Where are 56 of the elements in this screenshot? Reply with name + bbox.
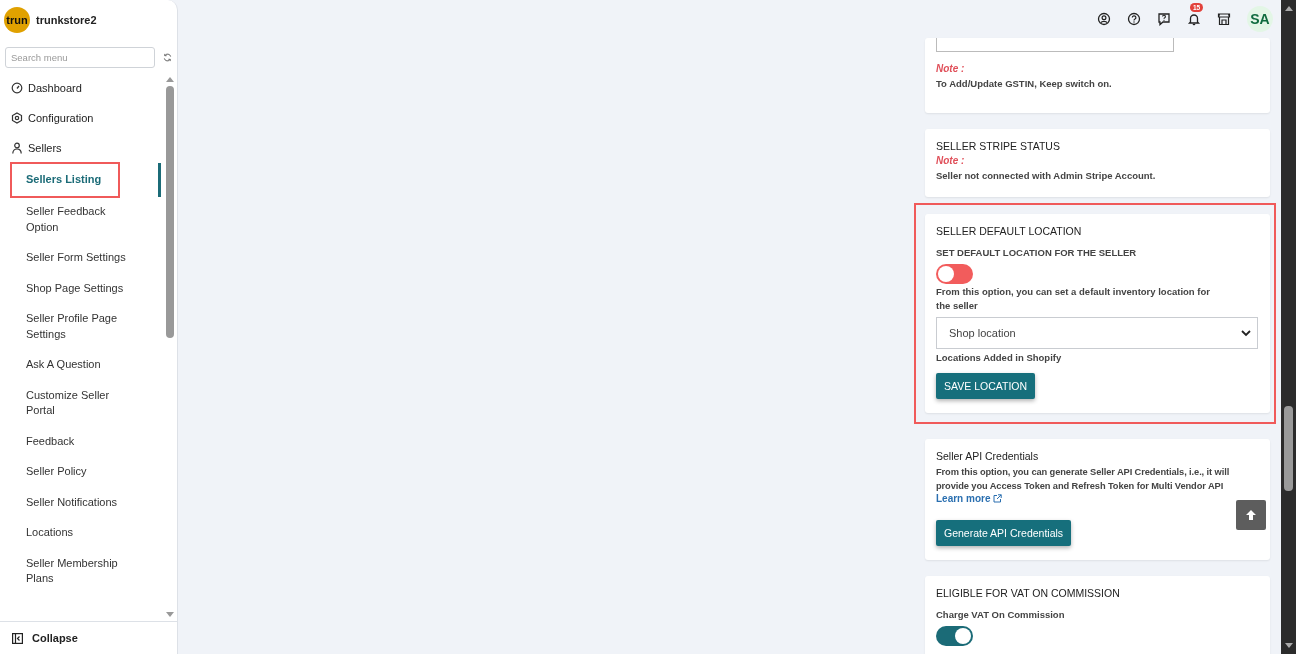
store-logo: trun bbox=[4, 7, 30, 33]
submenu-item[interactable]: Seller Notifications bbox=[11, 487, 143, 518]
chevron-down-icon bbox=[1241, 329, 1251, 337]
toggle-switch[interactable] bbox=[936, 626, 973, 646]
card-title: SELLER STRIPE STATUS bbox=[936, 139, 1060, 153]
store-name: trunkstore2 bbox=[36, 14, 97, 26]
collapse-button[interactable]: Collapse bbox=[0, 621, 177, 654]
action-button[interactable]: SAVE LOCATION bbox=[936, 373, 1036, 399]
submenu-item[interactable]: Ask A Question bbox=[11, 349, 143, 380]
toggle-switch[interactable] bbox=[936, 264, 973, 284]
action-button[interactable]: Generate API Credentials bbox=[936, 520, 1072, 546]
submenu-item[interactable]: Seller Membership Plans bbox=[11, 548, 143, 594]
submenu-item[interactable]: Seller Form Settings bbox=[11, 242, 143, 273]
description-text: Seller not connected with Admin Stripe Account. bbox=[936, 169, 1156, 183]
setting-label: Charge VAT On Commission bbox=[936, 609, 1065, 620]
menu-item[interactable]: Configuration bbox=[0, 103, 159, 133]
card-title: ELIGIBLE FOR VAT ON COMMISSION bbox=[936, 586, 1120, 600]
description-text: From this option, you can set a default inventory location for the seller bbox=[936, 285, 1211, 313]
person-icon bbox=[11, 142, 23, 154]
description-text: From this option, you can generate Seller API Credentials, i.e., it will provide you Access Token and Refresh Token for Multi Vendor API bbox=[936, 466, 1231, 493]
card-title: SELLER DEFAULT LOCATION bbox=[936, 224, 1082, 238]
submenu-item[interactable]: Seller Policy bbox=[11, 456, 143, 487]
sidebar-collapse-icon bbox=[12, 632, 23, 644]
help-icon[interactable] bbox=[1127, 12, 1141, 26]
note-label: Note : bbox=[936, 155, 965, 166]
submenu-item[interactable]: Customize Seller Portal bbox=[11, 380, 143, 426]
text-field[interactable] bbox=[936, 38, 1174, 52]
external-link-icon bbox=[993, 494, 1003, 503]
note-label: Note : bbox=[936, 63, 965, 74]
submenu-item[interactable]: Seller Feedback Option bbox=[11, 196, 143, 243]
learn-more-link[interactable]: Learn more bbox=[936, 493, 1003, 504]
setting-label: SET DEFAULT LOCATION FOR THE SELLER bbox=[936, 247, 1137, 258]
chat-question-icon[interactable] bbox=[1157, 12, 1171, 26]
submenu-item[interactable]: Seller Profile Page Settings bbox=[11, 303, 143, 350]
hexagon-gear-icon bbox=[11, 112, 23, 124]
refresh-icon[interactable] bbox=[163, 53, 172, 62]
page-scrollbar[interactable] bbox=[1281, 0, 1296, 654]
location-dropdown[interactable]: Shop location bbox=[936, 317, 1258, 349]
store-icon[interactable] bbox=[1217, 12, 1231, 26]
user-avatar[interactable]: SA bbox=[1247, 6, 1273, 32]
submenu-item[interactable]: Sellers Listing bbox=[11, 163, 119, 197]
menu-item[interactable]: Sellers bbox=[0, 133, 159, 163]
menu-item[interactable]: Dashboard bbox=[0, 73, 159, 103]
active-indicator bbox=[158, 163, 161, 197]
description-text: Locations Added in Shopify bbox=[936, 351, 1062, 365]
submenu-item[interactable]: Shop Page Settings bbox=[11, 273, 143, 304]
description-text: To Add/Update GSTIN, Keep switch on. bbox=[936, 77, 1112, 91]
submenu-item[interactable]: Locations bbox=[11, 517, 143, 548]
submenu-item[interactable]: Feedback bbox=[11, 426, 143, 457]
scroll-to-top-button[interactable] bbox=[1236, 500, 1266, 530]
card-title: Seller API Credentials bbox=[936, 449, 1039, 463]
arrow-up-icon bbox=[1244, 508, 1258, 522]
search-field[interactable]: Search menu bbox=[5, 47, 155, 68]
gauge-icon bbox=[11, 82, 23, 94]
user-circle-icon[interactable] bbox=[1097, 12, 1111, 26]
bell-icon[interactable] bbox=[1187, 12, 1201, 26]
